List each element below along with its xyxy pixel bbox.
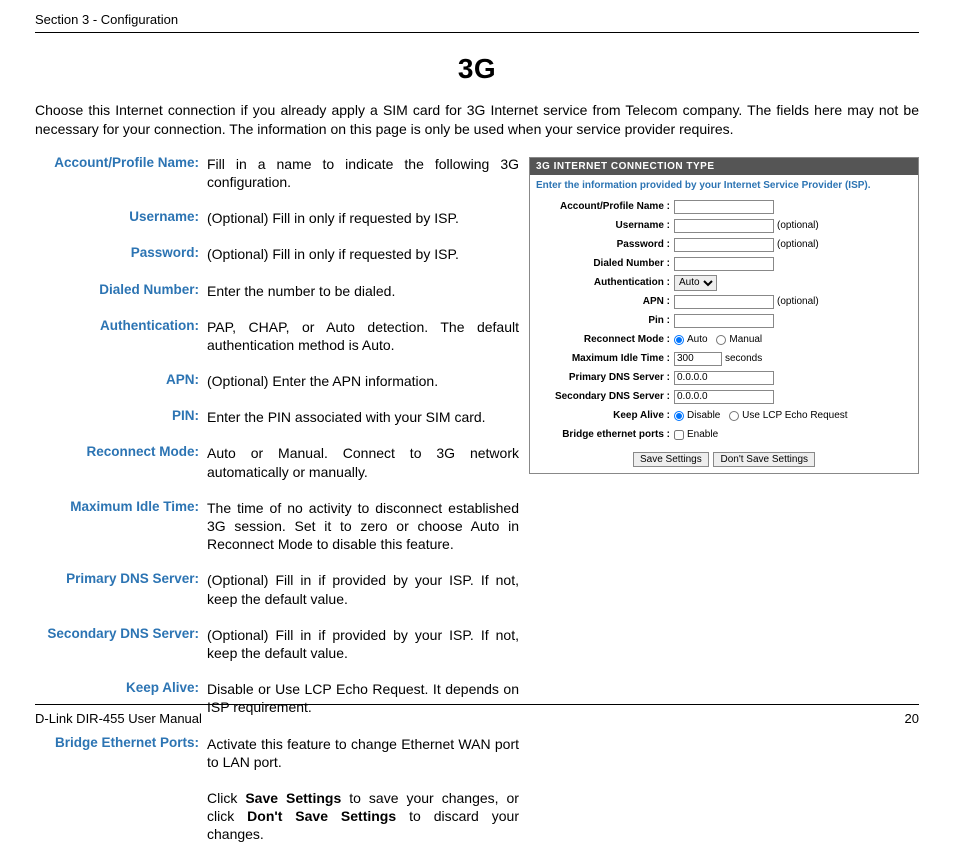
label-sdns: Secondary DNS Server : <box>536 391 674 402</box>
def-label: Bridge Ethernet Ports: <box>35 735 207 771</box>
section-header: Section 3 - Configuration <box>35 12 919 33</box>
label-pdns: Primary DNS Server : <box>536 372 674 383</box>
def-label: Password: <box>35 245 207 263</box>
def-desc: (Optional) Enter the APN information. <box>207 372 519 390</box>
def-desc: Fill in a name to indicate the following… <box>207 155 519 191</box>
checkbox-label-enable: Enable <box>687 429 718 440</box>
def-desc: Activate this feature to change Ethernet… <box>207 735 519 771</box>
def-label: Dialed Number: <box>35 282 207 300</box>
page-footer: D-Link DIR-455 User Manual 20 <box>35 704 919 726</box>
content-wrap: Account/Profile Name:Fill in a name to i… <box>35 155 919 861</box>
def-row: Account/Profile Name:Fill in a name to i… <box>35 155 519 191</box>
radio-label-auto: Auto <box>687 334 708 345</box>
radio-reconnect-manual[interactable] <box>716 335 726 345</box>
input-dialed[interactable] <box>674 257 774 271</box>
footer-left: D-Link DIR-455 User Manual <box>35 711 202 726</box>
radio-label-manual: Manual <box>729 334 762 345</box>
checkbox-bridge[interactable] <box>674 430 684 440</box>
input-sdns[interactable] <box>674 390 774 404</box>
label-pin: Pin : <box>536 315 674 326</box>
label-dialed: Dialed Number : <box>536 258 674 269</box>
def-row: Dialed Number:Enter the number to be dia… <box>35 282 519 300</box>
def-label: Secondary DNS Server: <box>35 626 207 662</box>
panel-buttons: Save Settings Don't Save Settings <box>530 446 918 469</box>
def-desc: Auto or Manual. Connect to 3G network au… <box>207 444 519 480</box>
input-password[interactable] <box>674 238 774 252</box>
def-label: Maximum Idle Time: <box>35 499 207 554</box>
def-row: Username:(Optional) Fill in only if requ… <box>35 209 519 227</box>
idle-unit: seconds <box>725 353 762 364</box>
label-account: Account/Profile Name : <box>536 201 674 212</box>
def-desc: (Optional) Fill in only if requested by … <box>207 209 519 227</box>
label-apn: APN : <box>536 296 674 307</box>
def-label: Authentication: <box>35 318 207 354</box>
label-username: Username : <box>536 220 674 231</box>
label-bridge: Bridge ethernet ports : <box>536 429 674 440</box>
label-auth: Authentication : <box>536 277 674 288</box>
radio-label-disable: Disable <box>687 410 720 421</box>
def-desc: Enter the number to be dialed. <box>207 282 519 300</box>
dont-save-settings-button[interactable]: Don't Save Settings <box>713 452 815 467</box>
panel-subtitle: Enter the information provided by your I… <box>530 175 918 199</box>
def-label: PIN: <box>35 408 207 426</box>
select-auth[interactable]: Auto <box>674 275 717 291</box>
def-row: Reconnect Mode:Auto or Manual. Connect t… <box>35 444 519 480</box>
optional-hint: (optional) <box>777 296 819 307</box>
def-row: PIN:Enter the PIN associated with your S… <box>35 408 519 426</box>
def-desc: (Optional) Fill in only if requested by … <box>207 245 519 263</box>
panel-header: 3G INTERNET CONNECTION TYPE <box>530 158 918 175</box>
def-label: Reconnect Mode: <box>35 444 207 480</box>
label-password: Password : <box>536 239 674 250</box>
intro-paragraph: Choose this Internet connection if you a… <box>35 101 919 139</box>
input-pin[interactable] <box>674 314 774 328</box>
def-desc: (Optional) Fill in if provided by your I… <box>207 571 519 607</box>
radio-reconnect-auto[interactable] <box>674 335 684 345</box>
save-settings-button[interactable]: Save Settings <box>633 452 709 467</box>
def-row: Bridge Ethernet Ports:Activate this feat… <box>35 735 519 771</box>
radio-ka-lcp[interactable] <box>729 411 739 421</box>
optional-hint: (optional) <box>777 220 819 231</box>
def-label: APN: <box>35 372 207 390</box>
config-panel: 3G INTERNET CONNECTION TYPE Enter the in… <box>529 157 919 474</box>
definitions-list: Account/Profile Name:Fill in a name to i… <box>35 155 519 861</box>
def-label: Username: <box>35 209 207 227</box>
def-row: Password:(Optional) Fill in only if requ… <box>35 245 519 263</box>
label-keepalive: Keep Alive : <box>536 410 674 421</box>
def-desc: (Optional) Fill in if provided by your I… <box>207 626 519 662</box>
optional-hint: (optional) <box>777 239 819 250</box>
def-desc: The time of no activity to disconnect es… <box>207 499 519 554</box>
def-row: Secondary DNS Server:(Optional) Fill in … <box>35 626 519 662</box>
footer-right: 20 <box>905 711 919 726</box>
def-desc: Enter the PIN associated with your SIM c… <box>207 408 519 426</box>
bottom-note: Click Save Settings to save your changes… <box>207 789 519 844</box>
def-row-note: Click Save Settings to save your changes… <box>35 789 519 844</box>
radio-ka-disable[interactable] <box>674 411 684 421</box>
input-account[interactable] <box>674 200 774 214</box>
def-row: Maximum Idle Time:The time of no activit… <box>35 499 519 554</box>
def-desc: PAP, CHAP, or Auto detection. The defaul… <box>207 318 519 354</box>
def-row: Primary DNS Server:(Optional) Fill in if… <box>35 571 519 607</box>
def-label: Account/Profile Name: <box>35 155 207 191</box>
def-row: Authentication:PAP, CHAP, or Auto detect… <box>35 318 519 354</box>
radio-label-lcp: Use LCP Echo Request <box>742 410 847 421</box>
label-idle: Maximum Idle Time : <box>536 353 674 364</box>
page-title: 3G <box>35 53 919 85</box>
def-label: Primary DNS Server: <box>35 571 207 607</box>
input-pdns[interactable] <box>674 371 774 385</box>
input-username[interactable] <box>674 219 774 233</box>
input-idle[interactable] <box>674 352 722 366</box>
input-apn[interactable] <box>674 295 774 309</box>
label-reconnect: Reconnect Mode : <box>536 334 674 345</box>
def-row: APN:(Optional) Enter the APN information… <box>35 372 519 390</box>
